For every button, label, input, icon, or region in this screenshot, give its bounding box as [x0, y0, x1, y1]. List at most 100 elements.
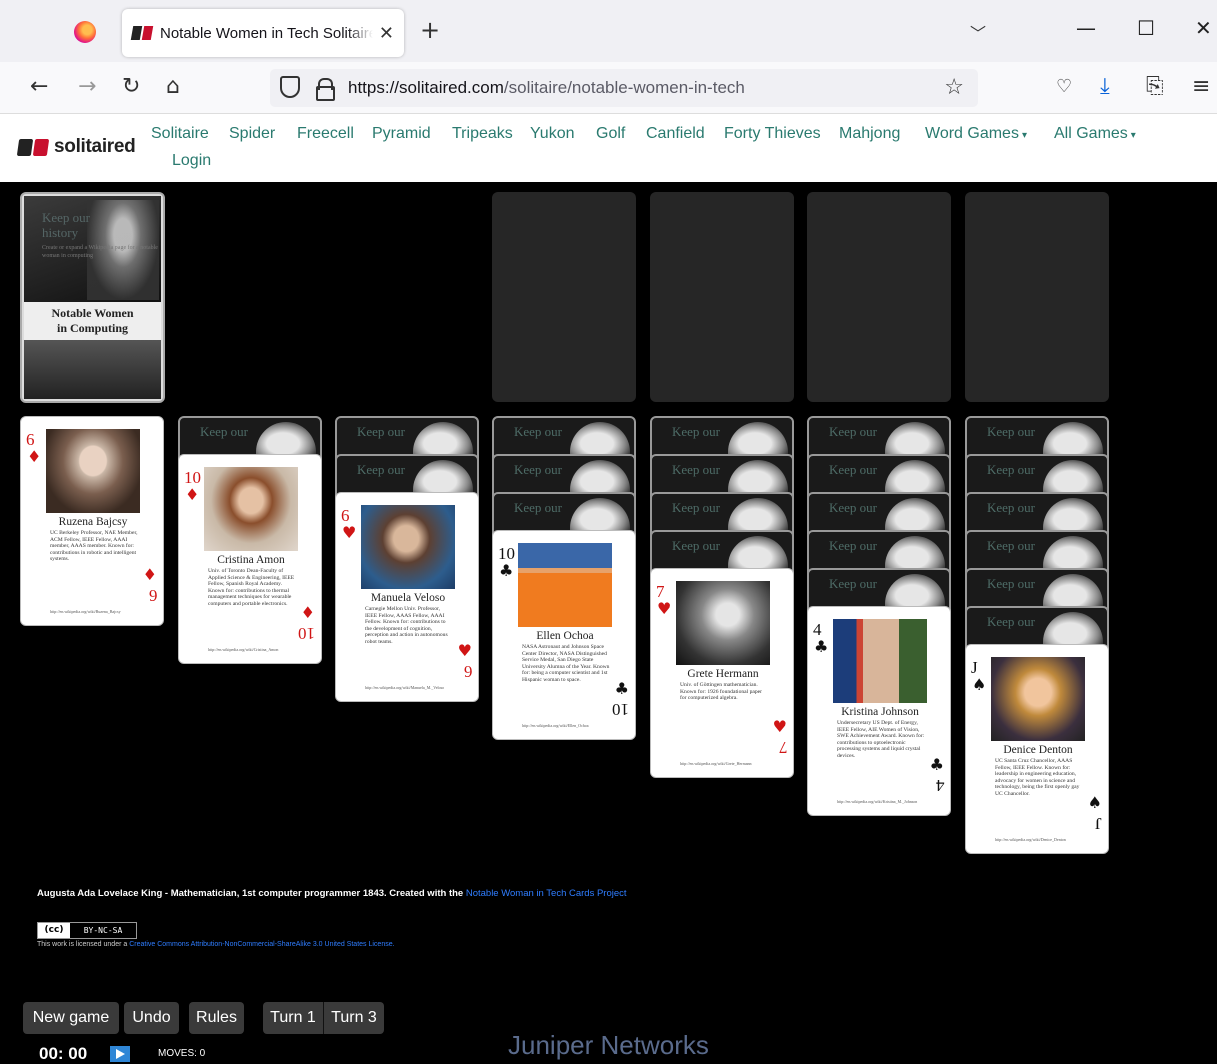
nav-mahjong[interactable]: Mahjong [839, 125, 900, 143]
card-face-up[interactable]: 6 ♥ ♥ 6 Manuela Veloso Carnegie Mellon Univ. … [335, 492, 479, 702]
forward-arrow-icon[interactable]: → [78, 75, 96, 99]
firefox-icon[interactable] [74, 21, 96, 43]
keep-line-2: history [42, 225, 79, 240]
url-path: /solitaire/notable-women-in-tech [503, 78, 745, 97]
banner-line-1: Notable Women [51, 306, 134, 320]
card-description: Univ. of Toronto Dean-Faculty of Applied… [208, 568, 295, 607]
nav-forty-thieves[interactable]: Forty Thieves [724, 125, 821, 143]
chevron-down-icon[interactable]: ﹀ [970, 20, 986, 44]
nav-spider[interactable]: Spider [229, 125, 275, 143]
card-suit-icon: ♠ [972, 675, 987, 694]
card-face-up[interactable]: J ♠ ♠ J Denice Denton UC Santa Cruz Chancello… [965, 644, 1109, 854]
card-face-up[interactable]: 10 ♦ ♦ 10 Cristina Amon Univ. of Toronto Dean… [178, 454, 322, 664]
undo-button[interactable]: Undo [124, 1002, 179, 1034]
rules-button[interactable]: Rules [189, 1002, 244, 1034]
card-back-art [1043, 460, 1103, 496]
stock-banner: Notable Women in Computing [24, 302, 161, 340]
card-back-art [728, 498, 788, 534]
tracking-shield-icon[interactable] [280, 76, 300, 98]
license-link[interactable]: Creative Commons Attribution-NonCommerci… [129, 941, 394, 948]
home-icon[interactable]: ⌂ [166, 75, 180, 99]
card-back-text: Keep our [357, 462, 406, 477]
card-suit-icon: ♥ [342, 523, 357, 542]
card-suit-icon: ♣ [814, 637, 829, 656]
card-face-up[interactable]: 6 ♦ ♦ 6 Ruzena Bajcsy UC Berkeley Professor, … [20, 416, 164, 626]
license-prefix: This work is licensed under a [37, 941, 130, 948]
turn-3-button[interactable]: Turn 3 [323, 1002, 384, 1034]
card-rank: 6 [341, 506, 350, 525]
nav-word-games[interactable]: Word Games ▾ [925, 125, 1027, 143]
card-back-art [1043, 574, 1103, 610]
card-back-text: Keep our [829, 576, 878, 591]
stock-pile[interactable]: Keep our history Create or expand a Wiki… [20, 192, 165, 403]
site-logo[interactable]: solitaired [16, 136, 136, 158]
card-back-text: Keep our [514, 500, 563, 515]
url-text[interactable]: https://solitaired.com/solitaire/notable… [348, 78, 745, 98]
card-rank: 10 [184, 468, 201, 487]
extensions-icon[interactable]: ⎘ [1146, 75, 1164, 99]
foundation-slot-2[interactable] [650, 192, 794, 402]
card-suit-icon: ♠ [1087, 793, 1102, 812]
nav-canfield[interactable]: Canfield [646, 125, 705, 143]
nav-freecell[interactable]: Freecell [297, 125, 354, 143]
card-face-up[interactable]: 7 ♥ ♥ 7 Grete Hermann Univ. of Göttingen math… [650, 568, 794, 778]
download-icon[interactable]: ⤓ [1100, 75, 1110, 99]
card-face-up[interactable]: 4 ♣ ♣ 4 Kristina Johnson Undersecretary US De… [807, 606, 951, 816]
window-close-icon[interactable]: ✕ [1195, 16, 1212, 40]
bookmark-star-icon[interactable]: ☆ [944, 75, 964, 100]
stock-keep-text: Keep our history Create or expand a Wiki… [42, 210, 163, 260]
card-wiki-link: http://en.wikipedia.org/wiki/Kristina_M.… [837, 799, 918, 804]
back-arrow-icon[interactable]: ← [30, 75, 48, 99]
card-rank: 10 [298, 624, 315, 643]
card-rank: 6 [148, 586, 158, 605]
close-tab-icon[interactable]: ✕ [379, 23, 394, 44]
menu-hamburger-icon[interactable]: ≡ [1192, 75, 1210, 99]
new-tab-icon[interactable]: + [420, 18, 440, 42]
card-back-art [728, 422, 788, 458]
card-wiki-link: http://en.wikipedia.org/wiki/Cristina_Am… [208, 647, 279, 652]
nav-pyramid[interactable]: Pyramid [372, 125, 431, 143]
address-bar[interactable]: https://solitaired.com/solitaire/notable… [270, 69, 978, 107]
stock-tagline: Create or expand a Wikipedia page for a … [42, 245, 158, 259]
card-back-art [1043, 498, 1103, 534]
card-back-art [885, 574, 945, 610]
card-suit-icon: ♦ [142, 565, 157, 584]
nav-all-games[interactable]: All Games ▾ [1054, 125, 1136, 143]
nav-golf[interactable]: Golf [596, 125, 625, 143]
card-wiki-link: http://en.wikipedia.org/wiki/Manuela_M._… [365, 685, 445, 690]
lock-icon[interactable] [316, 78, 335, 101]
foundation-slot-4[interactable] [965, 192, 1109, 402]
move-counter: MOVES: 0 [158, 1048, 206, 1059]
card-wiki-link: http://en.wikipedia.org/wiki/Ruzena_Bajc… [50, 609, 121, 614]
browser-tab-active[interactable]: Notable Women in Tech Solitaire ✕ [122, 9, 404, 57]
card-rank: 6 [26, 430, 35, 449]
nav-all-games-label: All Games [1054, 125, 1128, 142]
nav-yukon[interactable]: Yukon [530, 125, 574, 143]
maximize-icon[interactable]: ☐ [1137, 16, 1155, 40]
foundation-slot-1[interactable] [492, 192, 636, 402]
turn-1-button[interactable]: Turn 1 [263, 1002, 323, 1034]
card-wiki-link: http://en.wikipedia.org/wiki/Ellen_Ochoa [522, 723, 589, 728]
card-wiki-link: http://en.wikipedia.org/wiki/Denice_Dent… [995, 837, 1066, 842]
nav-solitaire[interactable]: Solitaire [151, 125, 209, 143]
card-back-text: Keep our [672, 538, 721, 553]
card-back-art [885, 460, 945, 496]
foundation-slot-3[interactable] [807, 192, 951, 402]
card-back-text: Keep our [672, 462, 721, 477]
nav-tripeaks[interactable]: Tripeaks [452, 125, 513, 143]
cc-license-badge[interactable]: (cc) BY-NC-SA [37, 922, 137, 939]
site-header: solitaired Solitaire Spider Freecell Pyr… [0, 114, 1217, 182]
card-face-up[interactable]: 10 ♣ ♣ 10 Ellen Ochoa NASA Astronaut and John… [492, 530, 636, 740]
card-back-text: Keep our [987, 462, 1036, 477]
cc-terms: BY-NC-SA [70, 923, 136, 938]
nav-login[interactable]: Login [172, 152, 211, 170]
new-game-button[interactable]: New game [23, 1002, 119, 1034]
minimize-icon[interactable]: — [1076, 16, 1096, 40]
reload-icon[interactable]: ↻ [122, 75, 140, 99]
card-description: Undersecretary US Dept. of Energy, IEEE … [837, 720, 925, 759]
card-back-art [413, 422, 473, 458]
pocket-icon[interactable]: ♡ [1056, 75, 1072, 99]
play-icon[interactable] [110, 1046, 130, 1062]
credit-link[interactable]: Notable Woman in Tech Cards Project [466, 888, 627, 899]
browser-tab-bar: Notable Women in Tech Solitaire ✕ + ﹀ — … [0, 0, 1217, 62]
